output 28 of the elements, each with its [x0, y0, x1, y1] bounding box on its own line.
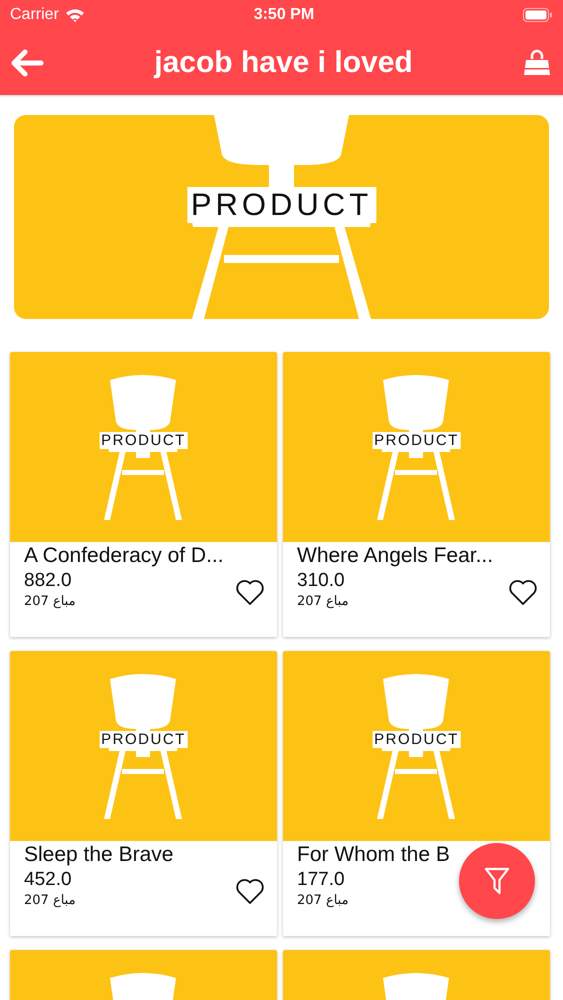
product-price: 310.0	[297, 570, 345, 592]
product-title: Sleep the Brave	[24, 843, 174, 867]
sold-count: 207 مباع	[24, 594, 76, 609]
image-label: PRODUCT	[372, 731, 461, 748]
product-price: 882.0	[24, 570, 72, 592]
product-title: Where Angels Fear...	[297, 544, 494, 568]
sold-count: 207 مباع	[297, 893, 349, 908]
product-price: 177.0	[297, 869, 345, 891]
shopping-bag-icon[interactable]	[523, 48, 551, 76]
image-label: PRODUCT	[99, 731, 188, 748]
wifi-icon	[64, 8, 85, 22]
sold-count: 207 مباع	[297, 594, 349, 609]
back-arrow-icon[interactable]	[10, 48, 44, 76]
clock-time: 3:50 PM	[252, 6, 316, 24]
image-label: PRODUCT	[99, 432, 188, 449]
carrier-label: Carrier	[10, 6, 59, 24]
battery-icon	[523, 8, 553, 22]
filter-icon	[484, 867, 510, 895]
heart-icon[interactable]	[508, 579, 538, 606]
banner-label: PRODUCT	[186, 187, 376, 223]
product-title: A Confederacy of D...	[24, 544, 224, 568]
product-title: For Whom the B	[297, 843, 450, 867]
image-label: PRODUCT	[372, 432, 461, 449]
heart-icon[interactable]	[235, 579, 265, 606]
heart-icon[interactable]	[235, 878, 265, 905]
product-price: 452.0	[24, 869, 72, 891]
page-title: jacob have i loved	[152, 46, 414, 80]
sold-count: 207 مباع	[24, 893, 76, 908]
